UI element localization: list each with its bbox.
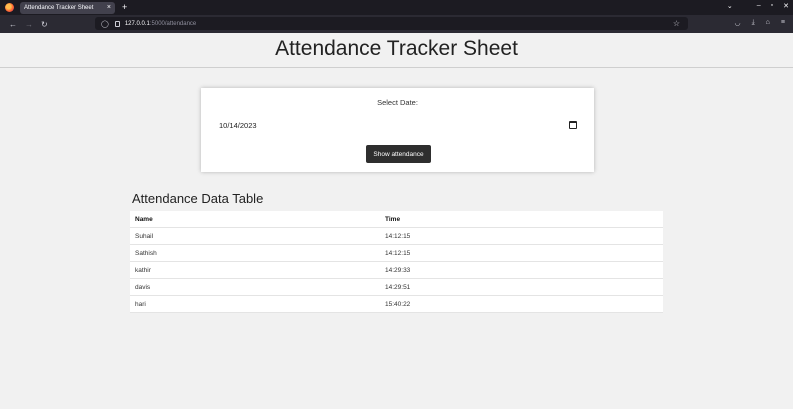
cell-time: 14:12:15	[380, 227, 663, 245]
cell-name: Sathish	[130, 244, 380, 262]
tab-list-icon[interactable]: ⌄	[727, 2, 733, 10]
tab-close-icon[interactable]: ×	[107, 4, 111, 11]
extensions-icon[interactable]: ⌂	[766, 19, 770, 27]
menu-icon[interactable]: ≡	[781, 19, 785, 27]
new-tab-icon[interactable]: +	[122, 3, 127, 12]
show-attendance-button[interactable]: Show attendance	[366, 145, 431, 163]
tab-title: Attendance Tracker Sheet	[24, 4, 94, 11]
select-date-label: Select Date:	[377, 98, 418, 107]
browser-tab[interactable]: Attendance Tracker Sheet ×	[20, 1, 115, 14]
column-header-name: Name	[130, 211, 380, 228]
pocket-icon[interactable]: ◡	[734, 19, 740, 27]
firefox-icon	[5, 3, 14, 12]
page-icon[interactable]	[114, 20, 120, 27]
reload-icon[interactable]: ↻	[41, 20, 48, 29]
attendance-table: Name Time Suhail 14:12:15 Sathish 14:12:…	[130, 211, 663, 313]
table-title: Attendance Data Table	[132, 191, 264, 206]
cell-name: Suhail	[130, 227, 380, 245]
url-bar[interactable]: ◯ 127.0.0.1:5000/attendance ☆	[95, 17, 688, 30]
table-row: Sathish 14:12:15	[130, 244, 663, 262]
table-row: davis 14:29:51	[130, 278, 663, 296]
cell-name: kathir	[130, 261, 380, 279]
table-header-row: Name Time	[130, 211, 663, 228]
url-path: :5000/attendance	[149, 20, 197, 27]
cell-time: 15:40:22	[380, 295, 663, 313]
download-icon[interactable]: ⤓	[752, 19, 755, 27]
table-row: kathir 14:29:33	[130, 261, 663, 279]
cell-name: davis	[130, 278, 380, 296]
minimize-icon[interactable]: –	[757, 2, 761, 10]
window-controls: ⌄ – ▫ ✕	[727, 2, 789, 10]
calendar-icon[interactable]	[569, 121, 577, 129]
url-host: 127.0.0.1	[124, 20, 150, 27]
column-header-time: Time	[380, 211, 663, 228]
date-form-card: Select Date: Show attendance	[201, 88, 594, 172]
cell-name: hari	[130, 295, 380, 313]
date-input[interactable]	[217, 117, 583, 133]
shield-icon[interactable]: ◯	[101, 20, 109, 28]
forward-icon[interactable]: →	[25, 20, 33, 29]
cell-time: 14:29:33	[380, 261, 663, 279]
toolbar-right: ◡ ⤓ ⌂ ≡	[734, 19, 785, 27]
cell-time: 14:29:51	[380, 278, 663, 296]
close-window-icon[interactable]: ✕	[783, 2, 789, 10]
table-row: hari 15:40:22	[130, 295, 663, 313]
page-title: Attendance Tracker Sheet	[0, 33, 793, 68]
tab-bar: Attendance Tracker Sheet × + ⌄ – ▫ ✕	[0, 0, 793, 15]
page-content: Attendance Tracker Sheet Select Date: Sh…	[0, 33, 793, 409]
table-row: Suhail 14:12:15	[130, 227, 663, 245]
star-icon[interactable]: ☆	[673, 19, 680, 28]
maximize-icon[interactable]: ▫	[771, 2, 773, 10]
cell-time: 14:12:15	[380, 244, 663, 262]
back-icon[interactable]: ←	[9, 20, 17, 29]
